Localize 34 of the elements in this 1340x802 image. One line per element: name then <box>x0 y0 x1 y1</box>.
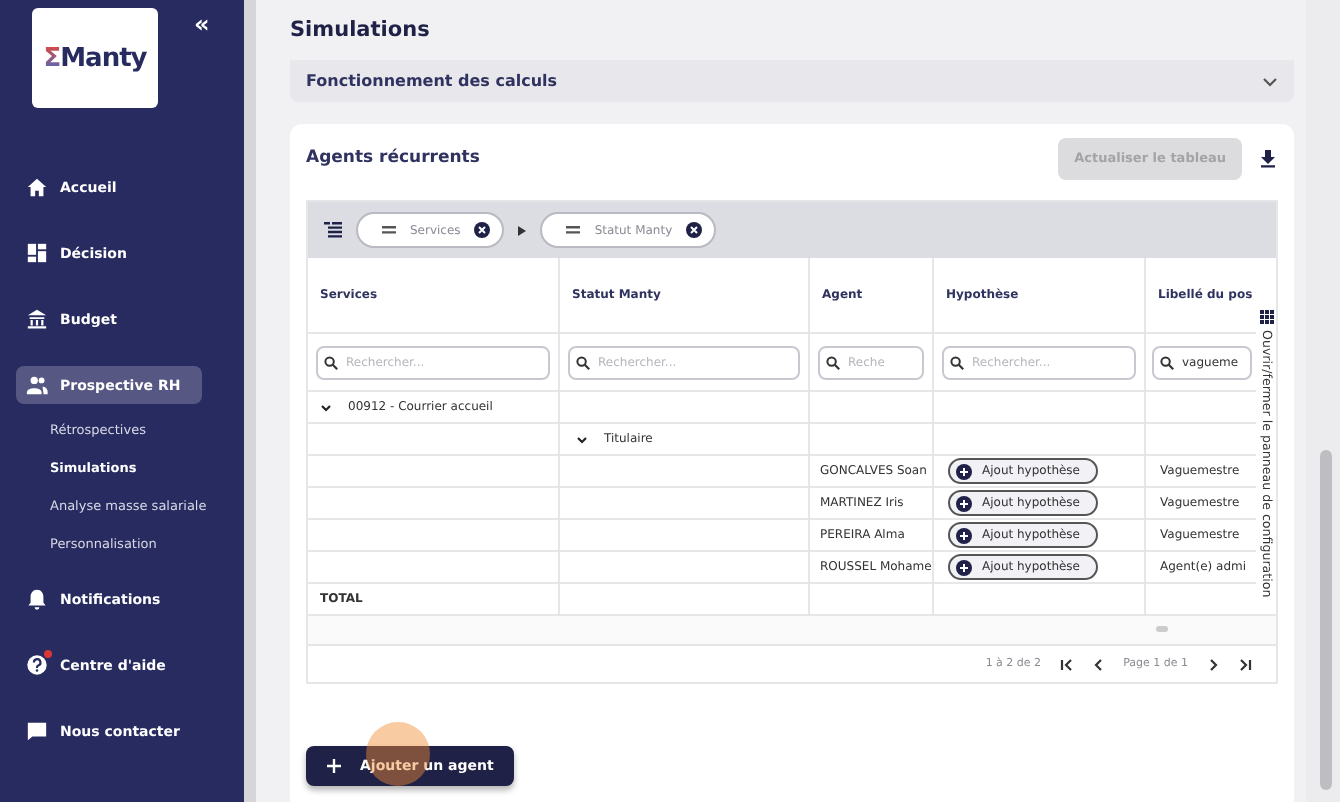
accordion-header[interactable]: Fonctionnement des calculs <box>290 60 1294 102</box>
last-page-icon[interactable] <box>1238 657 1252 671</box>
home-icon <box>26 176 48 198</box>
plus-icon <box>956 559 972 575</box>
card-title: Agents récurrents <box>306 148 482 168</box>
chevron-icon <box>1262 73 1278 89</box>
chat-icon <box>26 720 48 742</box>
drag-handle-icon <box>566 226 581 234</box>
page-title: Simulations <box>290 16 432 46</box>
download-icon[interactable] <box>1258 148 1278 168</box>
people-icon <box>26 374 48 396</box>
logo: ΣManty <box>32 8 158 108</box>
plus-icon <box>956 463 972 479</box>
chevron-icon[interactable] <box>576 433 588 445</box>
drag-handle-icon <box>382 226 396 234</box>
group-rows-icon <box>324 222 342 238</box>
first-page-icon[interactable] <box>1059 657 1074 671</box>
remove-icon[interactable] <box>474 222 491 238</box>
grid-icon <box>26 242 48 264</box>
plus-icon <box>956 495 972 511</box>
caret-icon <box>518 225 527 235</box>
collapse-sidebar-button[interactable]: « <box>194 12 210 36</box>
horizontal-scrollbar[interactable] <box>308 616 1276 646</box>
plus-icon <box>956 527 972 543</box>
bank-icon <box>26 308 48 330</box>
plus-icon <box>326 758 342 774</box>
chevron-icon[interactable] <box>320 401 332 413</box>
next-page-icon[interactable] <box>1206 657 1220 671</box>
accordion-title: Fonctionnement des calculs <box>306 72 558 90</box>
previous-page-icon[interactable] <box>1091 657 1106 671</box>
remove-icon[interactable] <box>686 222 703 238</box>
grid-icon <box>1259 310 1273 324</box>
bell-icon <box>26 588 48 610</box>
page-scrollbar[interactable] <box>1306 0 1340 802</box>
